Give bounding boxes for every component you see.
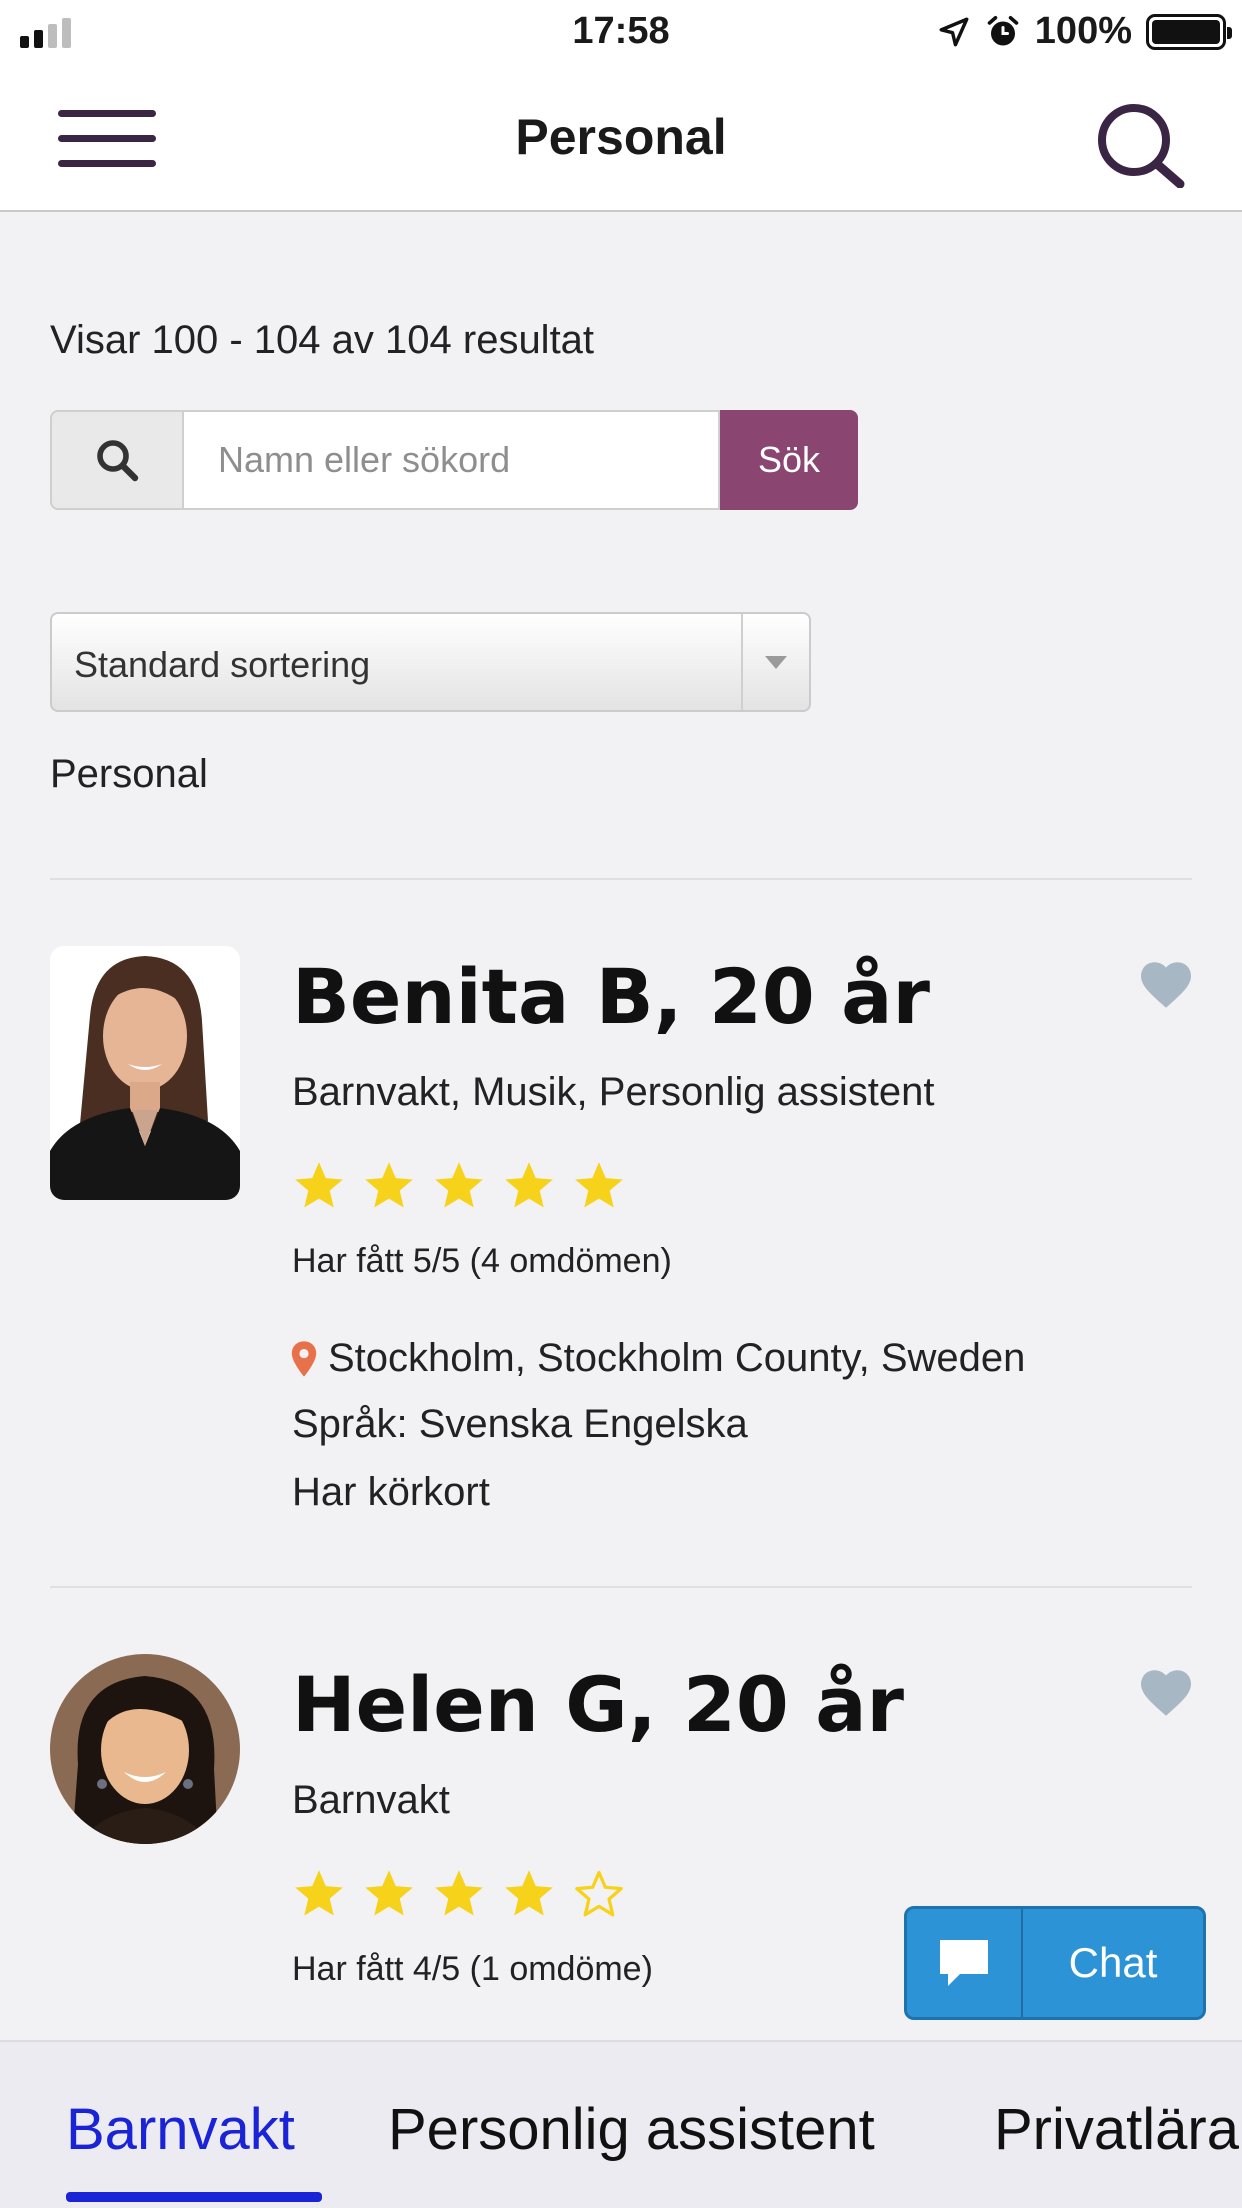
- listing-languages: Språk: Svenska Engelska: [292, 1402, 748, 1446]
- status-bar: 17:58 100%: [0, 0, 1242, 66]
- chat-bubble-icon: [940, 1940, 988, 1986]
- star-filled-icon: [505, 1162, 553, 1208]
- chat-label: Chat: [1068, 1939, 1158, 1986]
- listing-name[interactable]: Benita B, 20 år: [292, 952, 930, 1041]
- search-button[interactable]: Sök: [720, 410, 858, 510]
- tab-personlig-assistent[interactable]: Personlig assistent: [388, 2096, 875, 2163]
- star-rating: [290, 1158, 628, 1214]
- star-filled-icon: [365, 1162, 413, 1208]
- rating-text: Har fått 4/5 (1 omdöme): [292, 1950, 653, 1988]
- listing-name[interactable]: Helen G, 20 år: [292, 1660, 904, 1749]
- divider: [50, 878, 1192, 880]
- search-addon: [50, 410, 184, 510]
- star-filled-icon: [435, 1162, 483, 1208]
- listing-card[interactable]: Benita B, 20 år Barnvakt, Musik, Personl…: [0, 946, 1242, 1586]
- star-filled-icon: [575, 1162, 623, 1208]
- star-filled-icon: [295, 1870, 343, 1916]
- search-input[interactable]: [184, 410, 720, 510]
- listing-categories: Barnvakt: [292, 1778, 450, 1822]
- chevron-down-icon: [765, 655, 787, 669]
- star-filled-icon: [435, 1870, 483, 1916]
- search-bar: Sök: [50, 410, 858, 510]
- star-rating: [290, 1866, 628, 1922]
- page-title: Personal: [515, 109, 727, 165]
- star-filled-icon: [365, 1870, 413, 1916]
- sort-select[interactable]: Standard sortering: [50, 612, 811, 712]
- sort-dropdown-toggle[interactable]: [741, 614, 809, 710]
- star-empty-icon: [575, 1870, 623, 1917]
- divider: [50, 1586, 1192, 1588]
- battery-icon: [1146, 13, 1232, 50]
- tab-privatlarare[interactable]: Privatlära: [994, 2096, 1239, 2163]
- star-filled-icon: [505, 1870, 553, 1916]
- chat-icon-box: [907, 1909, 1023, 2017]
- search-icon[interactable]: [1090, 98, 1190, 188]
- heart-icon[interactable]: [1138, 1668, 1194, 1718]
- listing-categories: Barnvakt, Musik, Personlig assistent: [292, 1070, 935, 1114]
- avatar[interactable]: [50, 946, 240, 1200]
- heart-icon[interactable]: [1138, 960, 1194, 1010]
- results-summary: Visar 100 - 104 av 104 resultat: [50, 318, 595, 362]
- map-pin-icon: [291, 1340, 317, 1377]
- alarm-icon: [987, 15, 1019, 45]
- section-label: Personal: [50, 752, 208, 796]
- nav-bar: Personal: [0, 66, 1242, 212]
- search-icon: [97, 440, 139, 482]
- chat-button[interactable]: Chat: [904, 1906, 1206, 2020]
- battery-percent: 100%: [1034, 10, 1132, 52]
- tab-barnvakt[interactable]: Barnvakt: [66, 2096, 295, 2163]
- star-filled-icon: [295, 1162, 343, 1208]
- sort-selected-value: Standard sortering: [74, 644, 371, 685]
- status-right: 100%: [937, 10, 1232, 53]
- category-tab-bar: Barnvakt Personlig assistent Privatlära: [0, 2040, 1242, 2208]
- avatar[interactable]: [50, 1654, 240, 1844]
- rating-text: Har fått 5/5 (4 omdömen): [292, 1242, 672, 1280]
- location-arrow-icon: [939, 17, 969, 46]
- active-tab-indicator: [66, 2192, 322, 2202]
- location-text: Stockholm, Stockholm County, Sweden: [328, 1336, 1026, 1380]
- listing-location: Stockholm, Stockholm County, Sweden: [290, 1336, 1025, 1381]
- listing-license: Har körkort: [292, 1470, 490, 1514]
